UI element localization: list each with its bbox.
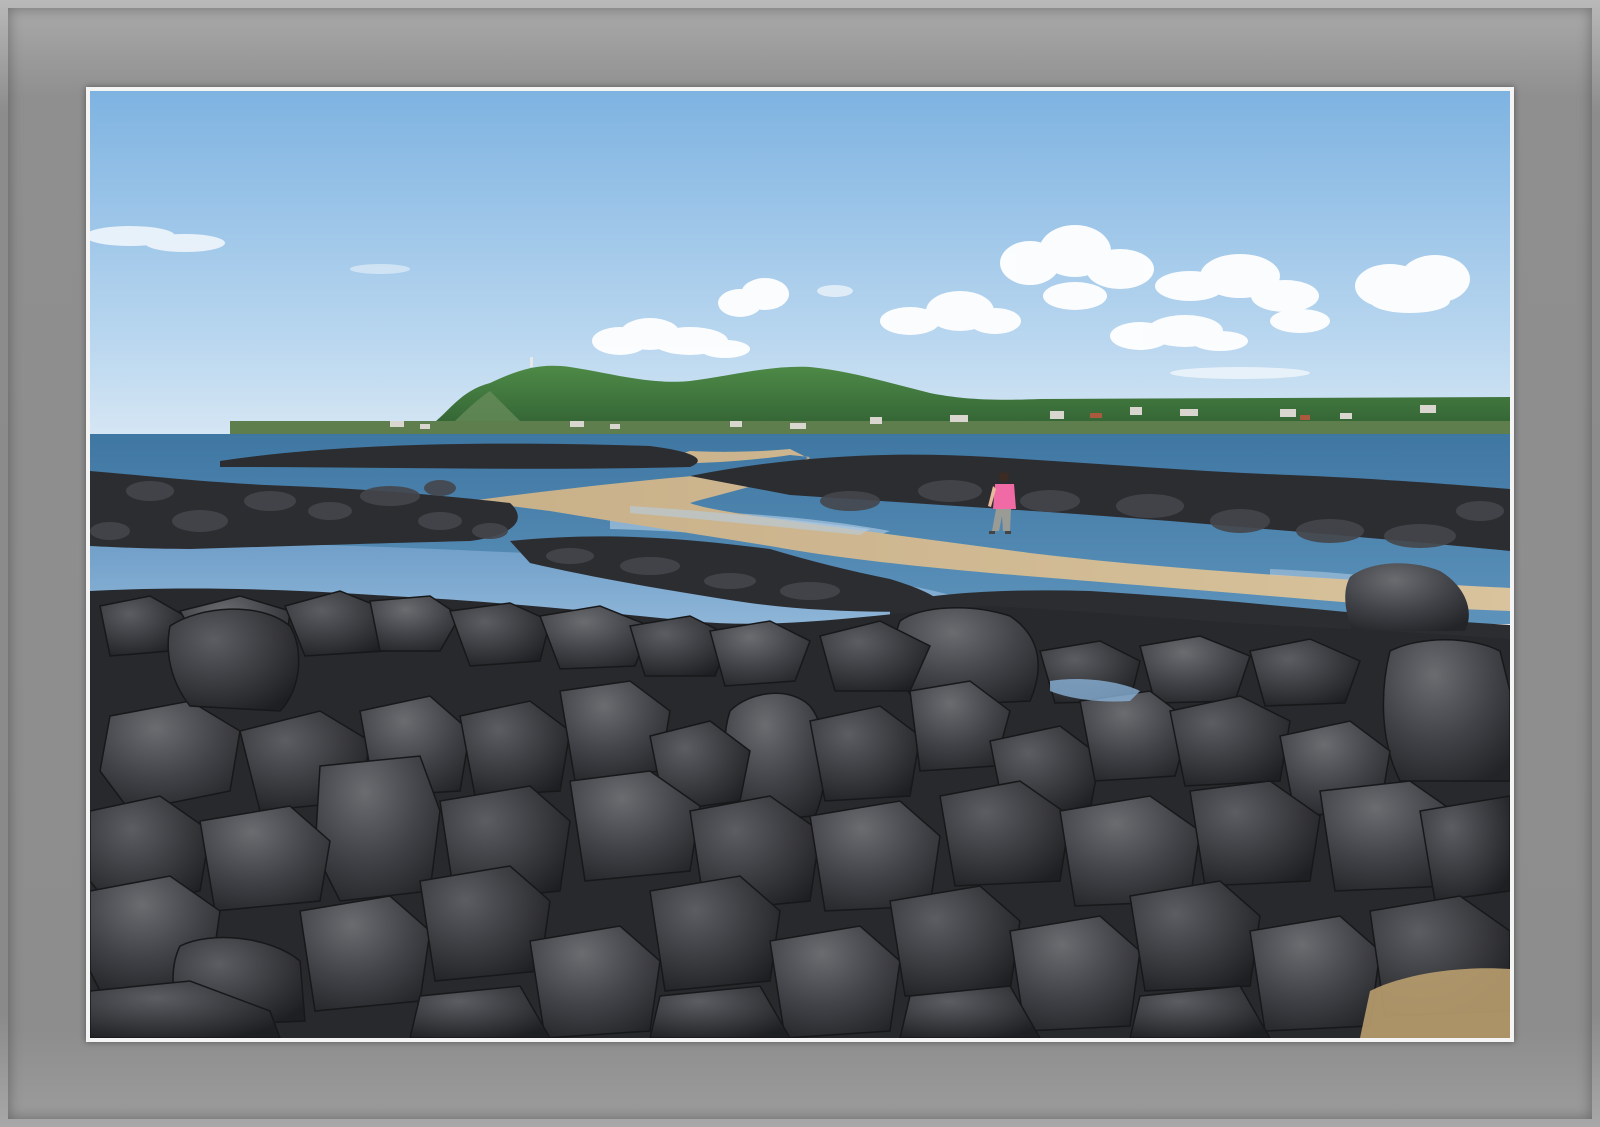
outer-frame xyxy=(0,0,1600,1127)
photo xyxy=(90,91,1510,1038)
scene-svg xyxy=(90,91,1510,1038)
lighthouse xyxy=(530,357,533,367)
